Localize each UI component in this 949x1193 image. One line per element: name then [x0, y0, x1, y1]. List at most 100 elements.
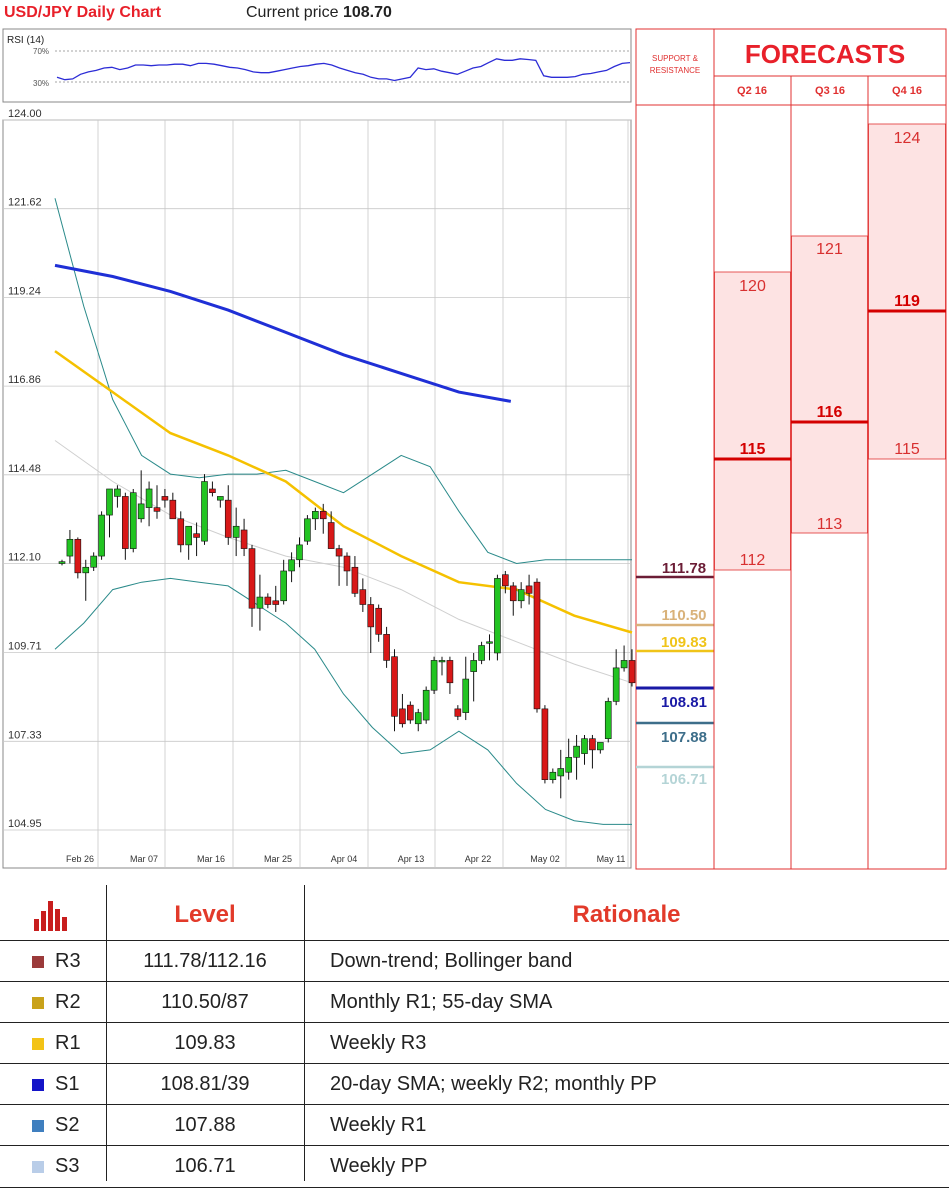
rsi-panel: RSI (14) 70% 30%	[2, 28, 632, 103]
y-tick-label: 112.10	[8, 552, 41, 564]
candle-body	[129, 492, 137, 549]
y-tick-label: 116.86	[8, 374, 41, 386]
header-rationale: Rationale	[572, 901, 681, 928]
candle-body	[375, 607, 382, 635]
rsi-level-30: 30%	[33, 79, 49, 88]
candle-body	[343, 555, 351, 572]
forecast-low: 115	[894, 441, 920, 458]
table-header: Level Rationale	[0, 885, 949, 940]
candle-body	[541, 708, 549, 780]
candle-body	[137, 503, 145, 520]
candle-body	[217, 496, 224, 501]
level-name: R1	[55, 1032, 81, 1054]
candle-body	[581, 738, 588, 754]
candle-body	[430, 660, 438, 691]
x-tick-label: May 11	[597, 854, 626, 864]
forecast-col-q4-label: Q4 16	[892, 85, 922, 97]
forecast-range-band	[791, 235, 868, 534]
support-resistance-column: SUPPORT & RESISTANCE 111.78 110.50 109.83 1…	[635, 28, 715, 870]
candle-body	[351, 566, 359, 594]
x-axis-ticks: Feb 26 Mar 07 Mar 16 Mar 25 Apr 04 Apr 13 Apr …	[66, 854, 625, 864]
level-name: R2	[55, 991, 81, 1013]
candle-body	[462, 678, 470, 713]
level-rationale: Down-trend; Bollinger band	[330, 950, 573, 972]
forecast-range-band	[714, 271, 791, 571]
level-color-swatch	[32, 1161, 44, 1173]
candle-body	[438, 660, 446, 663]
candle	[430, 656, 438, 694]
candle-body	[589, 738, 596, 751]
candle-body	[494, 578, 501, 654]
y-tick-label: 114.48	[8, 463, 41, 475]
candle	[494, 574, 501, 661]
x-tick-label: Mar 25	[264, 854, 292, 864]
level-value: 110.50/87	[161, 991, 249, 1013]
level-value: 111.78/112.16	[143, 950, 267, 972]
x-tick-label: Apr 04	[331, 854, 358, 864]
candle-body	[66, 538, 74, 557]
y-tick-label: 107.33	[8, 729, 42, 741]
level-rationale: Weekly R3	[330, 1032, 427, 1054]
y-tick-label: 104.95	[8, 818, 42, 830]
candle-body	[304, 518, 311, 542]
candle-body	[597, 742, 604, 751]
candle-body	[272, 600, 280, 605]
candle-body	[90, 555, 97, 568]
x-tick-label: May 02	[530, 854, 560, 864]
x-tick-label: Apr 13	[398, 854, 425, 864]
level-rationale: Monthly R1; 55-day SMA	[330, 991, 553, 1013]
candle-body	[628, 660, 636, 684]
candle	[201, 474, 208, 545]
candle-body	[399, 708, 406, 725]
candle-body	[185, 525, 192, 546]
candle-body	[122, 496, 129, 549]
candle-body	[359, 589, 367, 605]
candle-body	[533, 581, 541, 710]
level-rationale: 20-day SMA; weekly R2; monthly PP	[330, 1073, 657, 1095]
forecast-range-2: 124 119 115	[868, 123, 946, 460]
candle-body	[335, 548, 343, 557]
candle	[304, 515, 311, 545]
candle-body	[288, 559, 295, 572]
table-row: R1 109.83 Weekly R3	[0, 1022, 949, 1064]
level-color-swatch	[32, 997, 44, 1009]
candle-body	[280, 570, 287, 602]
table-row: S2 107.88 Weekly R1	[0, 1104, 949, 1146]
candle-body	[367, 604, 375, 628]
candle-body	[422, 689, 430, 721]
y-tick-label: 119.24	[8, 285, 41, 297]
forecast-col-q2-label: Q2 16	[737, 85, 767, 97]
candle-body	[478, 645, 485, 661]
table-row: S1 108.81/39 20-day SMA; weekly R2; monthl…	[0, 1063, 949, 1105]
forecast-mid: 119	[894, 293, 920, 310]
y-tick-label: 109.71	[8, 641, 42, 653]
sr-label-line1: SUPPORT &	[652, 54, 699, 63]
sr-level-value: 111.78	[662, 560, 706, 577]
candle-body	[509, 585, 517, 602]
candle-body	[296, 544, 303, 561]
candle-body	[161, 496, 169, 501]
candle-body	[486, 641, 493, 644]
candle-body	[517, 589, 525, 602]
candle-body	[319, 511, 327, 520]
price-plot: 124.00 121.62 119.24 116.86 114.48 112.10 109.…	[2, 108, 636, 869]
level-value: 106.71	[174, 1155, 236, 1177]
y-tick-label: 121.62	[8, 197, 42, 209]
candle-body	[145, 488, 153, 508]
candle	[533, 578, 541, 713]
candle-body	[327, 522, 335, 549]
candle-body	[114, 488, 121, 497]
forecast-mid: 115	[740, 441, 766, 458]
candle-body	[74, 538, 82, 574]
forecasts-panel: FORECASTS Q2 16 Q3 16 Q4 16 120 115 112 121…	[713, 28, 947, 870]
y-tick-label: 124.00	[8, 108, 42, 120]
candle-body	[240, 529, 248, 549]
candle-body	[153, 507, 161, 512]
candle-body	[248, 548, 256, 609]
candle-body	[407, 704, 414, 721]
candle-body	[414, 712, 422, 725]
candle-body	[557, 768, 565, 777]
sr-level-value: 108.81	[661, 694, 707, 711]
candle	[98, 511, 105, 560]
rsi-level-70: 70%	[33, 47, 49, 56]
